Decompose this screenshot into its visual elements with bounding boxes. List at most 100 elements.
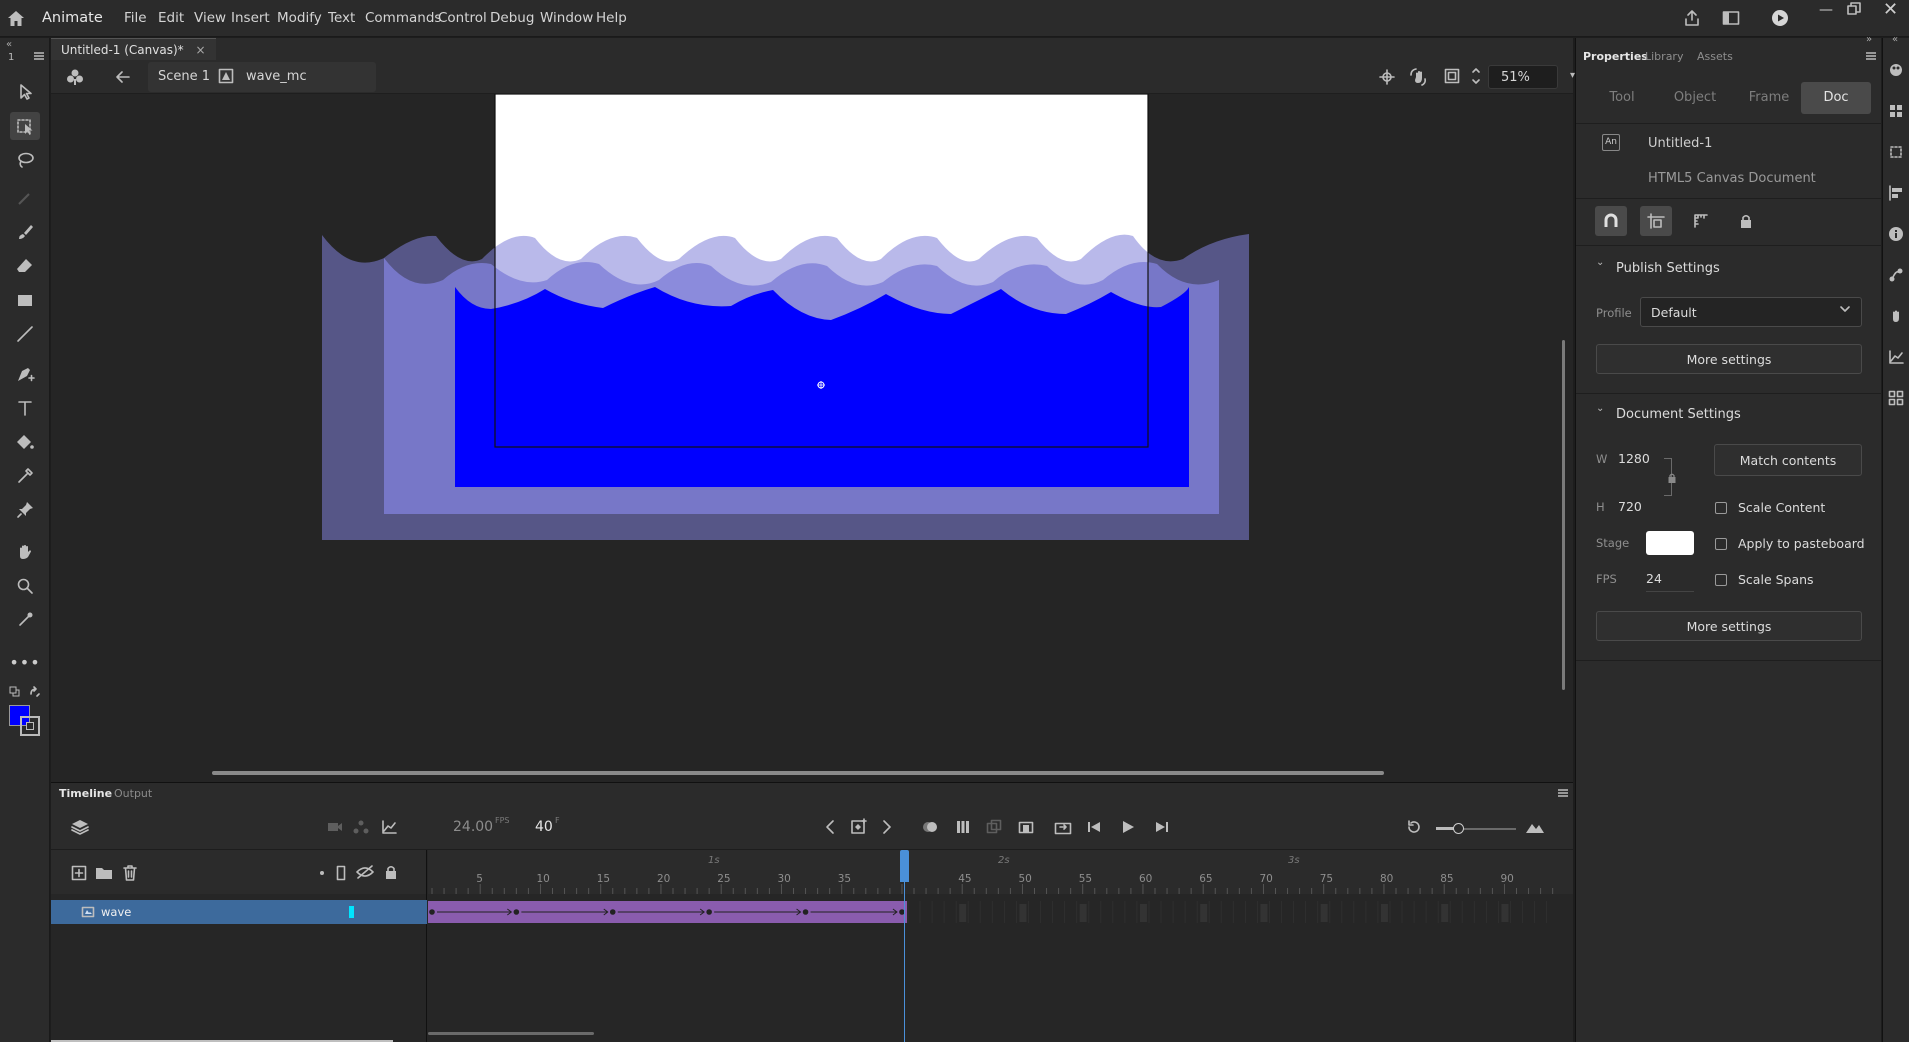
keyframe[interactable] [429, 909, 435, 915]
next-keyframe-icon[interactable] [881, 819, 893, 835]
step-forward-icon[interactable] [1154, 819, 1170, 835]
keyframe[interactable] [802, 909, 809, 915]
timeline-ruler[interactable]: 1s 2s 3s 5 10 15 20 25 30 35 45 50 55 60 65 70 75 80 85… [428, 850, 1573, 894]
clip-content-icon[interactable] [1444, 68, 1460, 84]
panel-menu-icon[interactable] [34, 52, 44, 60]
collapse-panel-icon[interactable]: « [6, 39, 12, 50]
restore-icon[interactable] [1847, 2, 1861, 16]
info-icon[interactable] [1888, 226, 1904, 242]
apply-pasteboard-checkbox[interactable] [1715, 538, 1727, 550]
breadcrumb-symbol[interactable]: wave_mc [246, 69, 307, 84]
collapse-strip-icon[interactable]: « [1892, 34, 1898, 45]
stroke-color-swatch[interactable] [20, 716, 40, 736]
hand-tool[interactable] [10, 538, 40, 566]
delete-layer-icon[interactable] [122, 864, 138, 881]
onion-skin-outlines-icon[interactable] [955, 819, 971, 835]
hide-layers-icon[interactable] [356, 865, 374, 879]
selection-tool[interactable] [10, 78, 40, 106]
timeline-h-scrollbar[interactable] [428, 1032, 594, 1035]
highlight-layers-icon[interactable] [320, 871, 324, 875]
keyframe[interactable] [609, 909, 616, 915]
menu-commands[interactable]: Commands [365, 10, 441, 26]
subtab-doc[interactable]: Doc [1801, 82, 1871, 114]
text-tool[interactable] [10, 394, 40, 422]
components-icon[interactable] [1888, 390, 1904, 406]
fps-value[interactable]: 24.00 [453, 819, 493, 835]
menu-text[interactable]: Text [328, 10, 355, 26]
height-field[interactable]: 720 [1618, 499, 1642, 514]
layer-color-indicator[interactable] [349, 906, 354, 918]
close-tab-icon[interactable]: × [195, 43, 205, 57]
home-icon[interactable] [7, 10, 25, 27]
tab-properties[interactable]: Properties [1583, 50, 1648, 63]
scale-spans-checkbox[interactable] [1715, 574, 1727, 586]
subtab-frame[interactable]: Frame [1734, 82, 1804, 114]
chevron-down-icon[interactable]: ⌄ [1596, 257, 1604, 268]
graph-icon[interactable] [381, 819, 397, 835]
timeline-menu-icon[interactable] [1558, 789, 1568, 797]
tab-output[interactable]: Output [114, 787, 152, 800]
lasso-tool[interactable] [10, 146, 40, 174]
zoom-field[interactable]: 51% ▾ [1488, 65, 1575, 89]
pen-tool[interactable] [10, 360, 40, 388]
keyframe[interactable] [513, 909, 520, 915]
eraser-tool[interactable] [10, 252, 40, 280]
menu-insert[interactable]: Insert [231, 10, 270, 26]
frame-size-slider[interactable] [1436, 823, 1516, 834]
match-contents-button[interactable]: Match contents [1714, 444, 1862, 476]
rotate-stage-icon[interactable] [1410, 68, 1428, 86]
menu-view[interactable]: View [194, 10, 226, 26]
swap-colors-icon[interactable] [29, 686, 41, 698]
document-settings-header[interactable]: Document Settings [1616, 407, 1741, 422]
share-icon[interactable] [1683, 9, 1701, 27]
guides-icon[interactable] [1640, 206, 1672, 236]
horizontal-scrollbar[interactable] [212, 771, 1384, 775]
play-icon[interactable] [1120, 819, 1136, 835]
edit-symbols-icon[interactable] [66, 68, 84, 86]
align-panel-icon[interactable] [1888, 185, 1904, 201]
menu-help[interactable]: Help [596, 10, 627, 26]
menu-edit[interactable]: Edit [158, 10, 184, 26]
tab-assets[interactable]: Assets [1697, 50, 1733, 63]
menu-debug[interactable]: Debug [490, 10, 534, 26]
rectangle-tool[interactable] [10, 286, 40, 314]
close-window-icon[interactable]: ✕ [1883, 0, 1898, 20]
test-movie-icon[interactable] [1771, 9, 1789, 27]
frames-grid[interactable] [428, 894, 1573, 1042]
menu-file[interactable]: File [124, 10, 147, 26]
zoom-tool[interactable] [10, 572, 40, 600]
free-transform-tool[interactable] [10, 112, 40, 140]
motion-editor-icon[interactable] [1888, 349, 1904, 365]
fps-field[interactable]: 24 [1646, 571, 1662, 586]
expand-panel-icon[interactable]: » [1866, 34, 1872, 45]
scale-content-checkbox[interactable] [1715, 502, 1727, 514]
new-folder-icon[interactable] [95, 865, 113, 881]
doc-more-settings-button[interactable]: More settings [1596, 611, 1862, 641]
vertical-scrollbar[interactable] [1562, 340, 1565, 690]
menu-window[interactable]: Window [540, 10, 593, 26]
color-panel-icon[interactable] [1888, 62, 1904, 78]
default-colors-icon[interactable] [9, 686, 20, 697]
playhead[interactable] [900, 850, 909, 882]
bone-tool[interactable] [10, 606, 40, 634]
center-frame-icon[interactable] [1018, 819, 1034, 835]
layer-row-wave[interactable]: wave [51, 900, 427, 924]
center-stage-icon[interactable] [1379, 69, 1395, 85]
line-tool[interactable] [10, 320, 40, 348]
paint-bucket-tool[interactable] [10, 428, 40, 456]
publish-settings-header[interactable]: Publish Settings [1616, 261, 1720, 276]
loop-icon[interactable] [1054, 819, 1072, 835]
subtab-object[interactable]: Object [1660, 82, 1730, 114]
workspace-icon[interactable] [1722, 10, 1740, 26]
lock-guides-icon[interactable] [1730, 206, 1762, 236]
subtab-tool[interactable]: Tool [1587, 82, 1657, 114]
eyedropper-tool[interactable] [10, 462, 40, 490]
current-frame-value[interactable]: 40 [535, 819, 553, 835]
onion-skin-icon[interactable] [921, 819, 939, 835]
breadcrumb-scene[interactable]: Scene 1 [158, 69, 210, 84]
new-layer-icon[interactable] [71, 865, 87, 881]
pin-tool[interactable] [10, 496, 40, 524]
keyframe[interactable] [706, 909, 712, 915]
menu-modify[interactable]: Modify [277, 10, 322, 26]
document-tab[interactable]: Untitled-1 (Canvas)* × [51, 38, 216, 60]
